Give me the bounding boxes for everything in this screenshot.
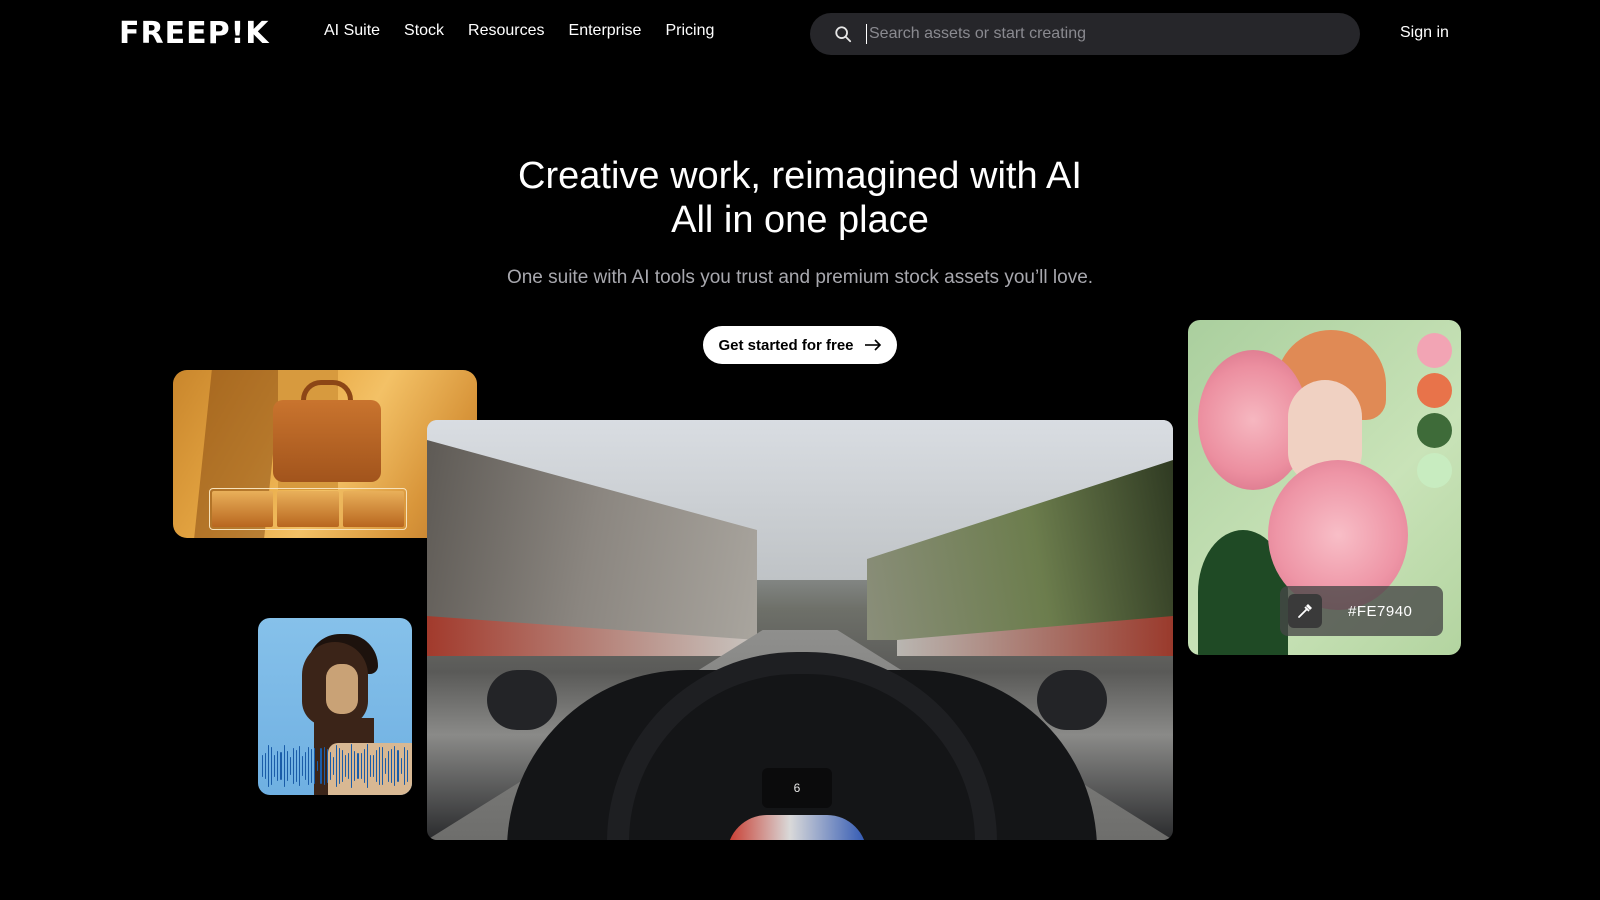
leather-bag [273, 400, 381, 482]
eyedropper-icon [1298, 604, 1312, 618]
sign-in-link[interactable]: Sign in [1400, 24, 1449, 42]
color-swatch-dark-green[interactable] [1417, 413, 1452, 448]
nav-enterprise[interactable]: Enterprise [569, 22, 642, 40]
waveform-bar [360, 752, 362, 780]
waveform-bar [400, 758, 402, 774]
dash-gear-readout: 6 [793, 781, 801, 795]
waveform-bar [323, 746, 325, 786]
waveform-bar [385, 757, 387, 775]
waveform-bar [317, 760, 319, 772]
arrow-right-icon [864, 339, 881, 351]
waveform-bar [397, 750, 399, 782]
main-nav: AI Suite Stock Resources Enterprise Pric… [324, 22, 714, 40]
waveform-bar [348, 752, 350, 780]
variation-thumbnail[interactable] [342, 491, 404, 527]
waveform-bar [305, 752, 307, 780]
waveform-bar [271, 747, 273, 785]
waveform-bar [286, 751, 288, 781]
nav-stock[interactable]: Stock [404, 22, 444, 40]
waveform-bar [298, 745, 301, 787]
nav-resources[interactable]: Resources [468, 22, 544, 40]
hero-title-line-2: All in one place [671, 199, 929, 241]
waveform-bar [388, 750, 390, 782]
hero-title-line-1: Creative work, reimagined with AI [518, 155, 1082, 197]
waveform-bar [302, 755, 304, 777]
waveform-bar [265, 753, 267, 779]
freepik-logo[interactable]: FREEP!K [119, 16, 270, 51]
color-swatch-pink[interactable] [1417, 333, 1452, 368]
waveform-bar [403, 747, 405, 785]
steering-wheel-display: 6 [762, 768, 832, 808]
search-icon [835, 26, 852, 43]
waveform-bar [391, 749, 393, 783]
waveform-bar [311, 748, 313, 784]
waveform-bar [345, 755, 347, 777]
search-input[interactable] [866, 24, 1360, 44]
nav-ai-suite[interactable]: AI Suite [324, 22, 380, 40]
audio-waveform [262, 741, 408, 791]
race-car-video[interactable]: 6 [427, 420, 1173, 840]
waveform-bar [268, 745, 270, 787]
variation-thumbnail[interactable] [212, 491, 274, 527]
waveform-bar [320, 748, 322, 784]
car-wheel-right [1037, 670, 1107, 730]
waveform-bar [351, 744, 353, 788]
waveform-bar [326, 748, 328, 784]
waveform-bar [382, 746, 384, 786]
waveform-bar [308, 746, 310, 786]
car-wheel-left [487, 670, 557, 730]
waveform-bar [277, 751, 279, 781]
color-swatch-light-green[interactable] [1417, 453, 1452, 488]
waveform-bar [262, 755, 264, 777]
color-picker-chip[interactable]: #FE7940 [1280, 586, 1443, 636]
waveform-bar [378, 746, 381, 786]
waveform-bar [295, 750, 297, 782]
waveform-bar [280, 752, 282, 780]
eyedropper-button[interactable] [1288, 594, 1322, 628]
audio-headphones-image [258, 618, 412, 795]
waveform-bar [283, 744, 285, 788]
hero-title: Creative work, reimagined with AI All in… [0, 154, 1600, 242]
waveform-bar [274, 755, 276, 777]
waveform-bar [394, 745, 396, 787]
waveform-bar [332, 757, 334, 775]
waveform-bar [357, 752, 359, 780]
get-started-label: Get started for free [718, 336, 854, 354]
waveform-bar [372, 754, 374, 778]
color-hex-value: #FE7940 [1348, 602, 1413, 620]
variation-thumbnails [209, 488, 407, 530]
waveform-bar [289, 757, 291, 775]
headphones-icon [326, 664, 358, 714]
waveform-bar [292, 748, 294, 784]
variation-thumbnail[interactable] [277, 491, 339, 527]
waveform-bar [375, 750, 377, 782]
waveform-bar [338, 748, 341, 784]
get-started-button[interactable]: Get started for free [703, 326, 897, 364]
waveform-bar [329, 752, 331, 780]
waveform-bar [342, 750, 344, 782]
waveform-bar [366, 744, 368, 788]
search-bar[interactable] [810, 13, 1360, 55]
waveform-bar [363, 748, 365, 784]
nav-pricing[interactable]: Pricing [665, 22, 714, 40]
waveform-bar [335, 745, 337, 787]
waveform-bar [314, 748, 316, 784]
waveform-bar [354, 750, 356, 782]
waveform-bar [369, 755, 371, 777]
color-swatch-orange[interactable] [1417, 373, 1452, 408]
site-header: FREEP!K AI Suite Stock Resources Enterpr… [0, 0, 1600, 68]
hero-subtitle: One suite with AI tools you trust and pr… [506, 267, 1094, 288]
waveform-bar [406, 749, 408, 783]
